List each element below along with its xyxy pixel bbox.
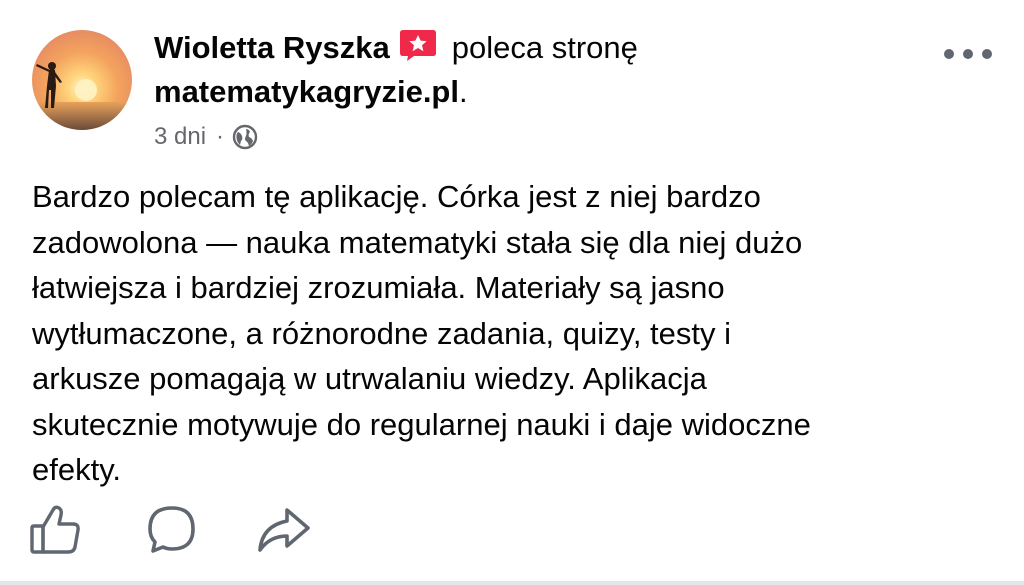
timestamp[interactable]: 3 dni <box>154 122 206 152</box>
more-dot <box>982 49 992 59</box>
post-divider <box>0 581 1024 585</box>
avatar[interactable] <box>32 30 132 130</box>
post-meta: 3 dni · <box>154 122 914 152</box>
more-dot <box>944 49 954 59</box>
globe-icon <box>232 124 258 150</box>
action-text: poleca stronę <box>451 30 638 65</box>
post-header: Wioletta Ryszka poleca stronę matematyka… <box>154 28 914 152</box>
like-icon[interactable] <box>28 500 88 560</box>
recommend-star-icon <box>398 28 438 62</box>
comment-icon[interactable] <box>142 500 202 560</box>
page-suffix: . <box>458 74 468 109</box>
more-dot <box>963 49 973 59</box>
post-body: Bardzo polecam tę aplikację. Córka jest … <box>32 179 811 487</box>
meta-separator: · <box>216 123 225 150</box>
recommendation-post: Wioletta Ryszka poleca stronę matematyka… <box>0 0 1024 585</box>
more-options-icon[interactable] <box>944 40 992 68</box>
page-link[interactable]: matematykagryzie.pl <box>154 74 459 109</box>
author-name[interactable]: Wioletta Ryszka <box>154 30 390 65</box>
share-icon[interactable] <box>254 500 314 560</box>
post-title-line: Wioletta Ryszka poleca stronę <box>154 28 914 68</box>
page-line: matematykagryzie.pl. <box>154 72 914 112</box>
